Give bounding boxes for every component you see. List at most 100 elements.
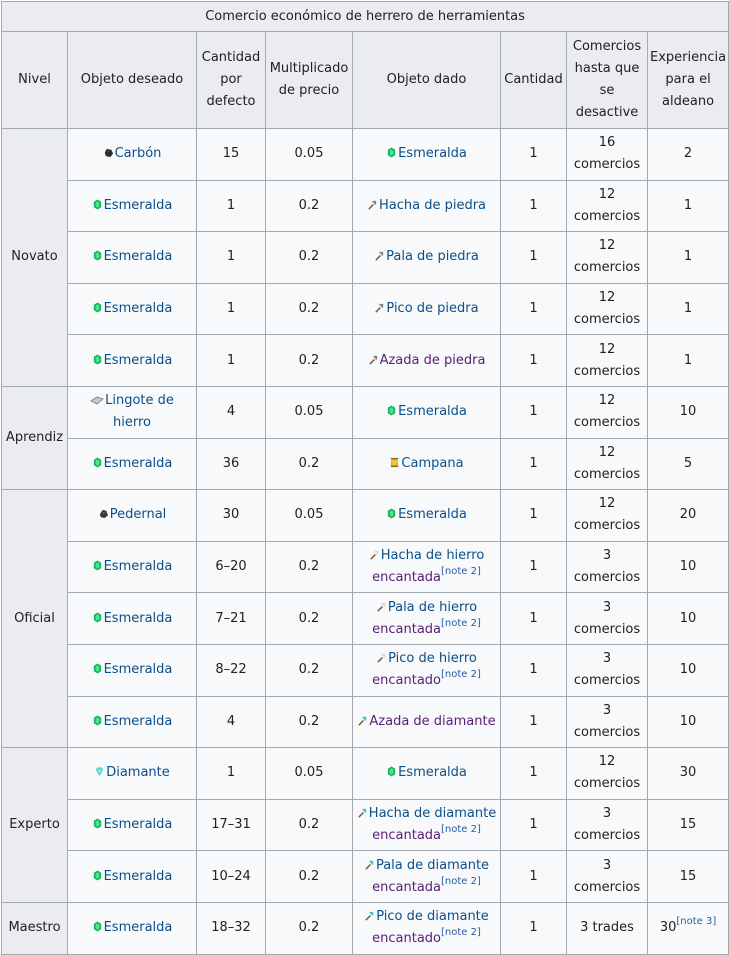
note-ref[interactable]: [note 3]: [676, 916, 716, 927]
wanted-item-link[interactable]: Esmeralda: [104, 611, 173, 626]
header-objeto-deseado: Objeto deseado: [67, 31, 197, 129]
wanted-item-link[interactable]: Esmeralda: [104, 559, 173, 574]
multiplier-cell: 0.05: [265, 747, 353, 800]
wanted-item-link[interactable]: Esmeralda: [104, 353, 173, 368]
given-item-link[interactable]: Pico de hierro: [388, 651, 477, 666]
note-ref[interactable]: [note 2]: [441, 876, 481, 887]
trades-text: 12: [598, 341, 616, 357]
given-item-link[interactable]: Azada de diamante: [369, 714, 495, 729]
note-ref[interactable]: [note 2]: [441, 566, 481, 577]
trades-text: 12: [598, 238, 616, 254]
trades-text: comercios: [573, 260, 641, 276]
qty-cell: 1: [500, 850, 567, 903]
wanted-item-link[interactable]: Diamante: [106, 765, 170, 780]
wanted-item-link[interactable]: Esmeralda: [104, 714, 173, 729]
given-item-link[interactable]: Esmeralda: [398, 146, 467, 161]
given-item-link[interactable]: Pala de diamante: [376, 858, 489, 873]
given-item-link[interactable]: Esmeralda: [398, 404, 467, 419]
given-item-link[interactable]: Pala de hierro: [388, 600, 477, 615]
wanted-item-link[interactable]: Esmeralda: [104, 817, 173, 832]
default-qty-cell: 7–21: [196, 592, 266, 645]
given-item-cell: Esmeralda: [352, 385, 501, 439]
xp-cell: 15: [646, 798, 729, 852]
given-item-link[interactable]: Azada de piedra: [380, 353, 486, 368]
table-row: Esmeralda 36 0.2 Campana 1 12 comercios 5: [2, 437, 729, 491]
table-row: Oficial Pedernal 30 0.05 Esmeralda 1 12 comerci…: [1, 489, 729, 749]
trades-cell: 12 comercios: [566, 437, 648, 491]
given-item-link[interactable]: Hacha de piedra: [379, 198, 486, 213]
level-cell: Experto: [1, 747, 68, 903]
header-comercios: Comercios hasta que se desactive: [566, 31, 648, 129]
given-item-link[interactable]: Esmeralda: [398, 507, 467, 522]
wanted-item-link[interactable]: Esmeralda: [104, 198, 173, 213]
note-ref[interactable]: [note 2]: [441, 618, 481, 629]
trades-cell: 3 comercios: [566, 540, 648, 594]
trades-text: 12: [598, 393, 616, 409]
given-item-link[interactable]: Hacha de diamante: [369, 806, 496, 821]
level-cell: Oficial: [1, 489, 68, 749]
xp-value: 1: [683, 197, 693, 213]
trade-table: Comercio económico de herrero de herrami…: [0, 1, 729, 955]
trades-text: comercios: [573, 518, 641, 534]
xp-cell: 30: [646, 747, 729, 800]
wanted-item-link[interactable]: Esmeralda: [104, 869, 173, 884]
given-item-link[interactable]: Campana: [401, 456, 463, 471]
emerald-icon: [92, 247, 103, 262]
given-item-link-enchanted[interactable]: encantada: [372, 570, 441, 585]
wanted-item-link[interactable]: Esmeralda: [104, 301, 173, 316]
trades-cell: 12 comercios: [566, 385, 648, 439]
xp-value: 1: [683, 301, 693, 317]
qty-cell: 1: [500, 334, 567, 387]
note-ref[interactable]: [note 2]: [441, 824, 481, 835]
wanted-item-link[interactable]: Esmeralda: [104, 249, 173, 264]
wanted-item-link[interactable]: Carbón: [115, 146, 162, 161]
trades-text: 12: [598, 186, 616, 202]
emerald-icon: [386, 763, 397, 777]
flint-icon: [98, 505, 109, 519]
header-cantidad-defecto: Cantidad por defecto: [196, 31, 266, 129]
wanted-item-link[interactable]: Esmeralda: [104, 456, 173, 471]
given-item-link-enchanted[interactable]: encantado: [372, 931, 441, 946]
header-experiencia: Experiencia para el aldeano: [646, 31, 729, 129]
xp-value: 10: [679, 662, 697, 678]
given-item-cell: Esmeralda: [352, 128, 501, 181]
note-ref[interactable]: [note 2]: [441, 669, 481, 680]
emerald-icon: [92, 299, 103, 313]
qty-cell: 1: [500, 695, 567, 749]
given-item-link[interactable]: Pala de piedra: [386, 249, 479, 264]
given-item-link[interactable]: Hacha de hierro: [381, 548, 485, 563]
qty-cell: 1: [500, 489, 567, 542]
given-item-link[interactable]: Pico de piedra: [386, 301, 478, 316]
qty-cell: 1: [500, 643, 567, 697]
xp-value: 10: [679, 559, 697, 575]
diamond-shovel-icon: [364, 856, 375, 870]
given-item-link[interactable]: Pico de diamante: [376, 909, 489, 924]
wanted-item-link[interactable]: Esmeralda: [104, 662, 173, 677]
emerald-icon: [92, 815, 103, 829]
header-text: aldeano: [662, 94, 715, 109]
wanted-item-link[interactable]: Esmeralda: [104, 920, 173, 935]
multiplier-cell: 0.2: [265, 798, 353, 852]
wanted-item-cell: Esmeralda: [67, 282, 197, 336]
given-item-link-enchanted[interactable]: encantada: [372, 622, 441, 637]
given-item-cell: Azada de piedra: [352, 334, 501, 387]
wanted-item-link[interactable]: Pedernal: [110, 507, 167, 522]
trades-cell: 3 comercios: [566, 643, 648, 697]
note-ref[interactable]: [note 2]: [441, 927, 481, 938]
iron-shovel-icon: [376, 598, 387, 612]
given-item-link-enchanted[interactable]: encantada: [372, 828, 441, 843]
iron-pickaxe-icon: [376, 649, 387, 663]
emerald-icon: [92, 918, 103, 932]
multiplier-cell: 0.2: [265, 179, 353, 233]
header-text: hasta que: [574, 61, 640, 76]
trades-text: comercios: [573, 673, 641, 689]
wanted-item-link[interactable]: Lingote de hierro: [105, 393, 174, 430]
given-item-link-enchanted[interactable]: encantado: [372, 673, 441, 688]
given-item-cell: Pala de diamante encantada[note 2]: [352, 850, 501, 903]
diamond-hoe-icon: [357, 712, 368, 726]
trades-cell: 12 comercios: [566, 179, 648, 233]
multiplier-cell: 0.2: [265, 540, 353, 594]
given-item-link[interactable]: Esmeralda: [398, 765, 467, 780]
given-item-link-enchanted[interactable]: encantada: [372, 880, 441, 895]
trades-text: comercios: [573, 208, 641, 224]
